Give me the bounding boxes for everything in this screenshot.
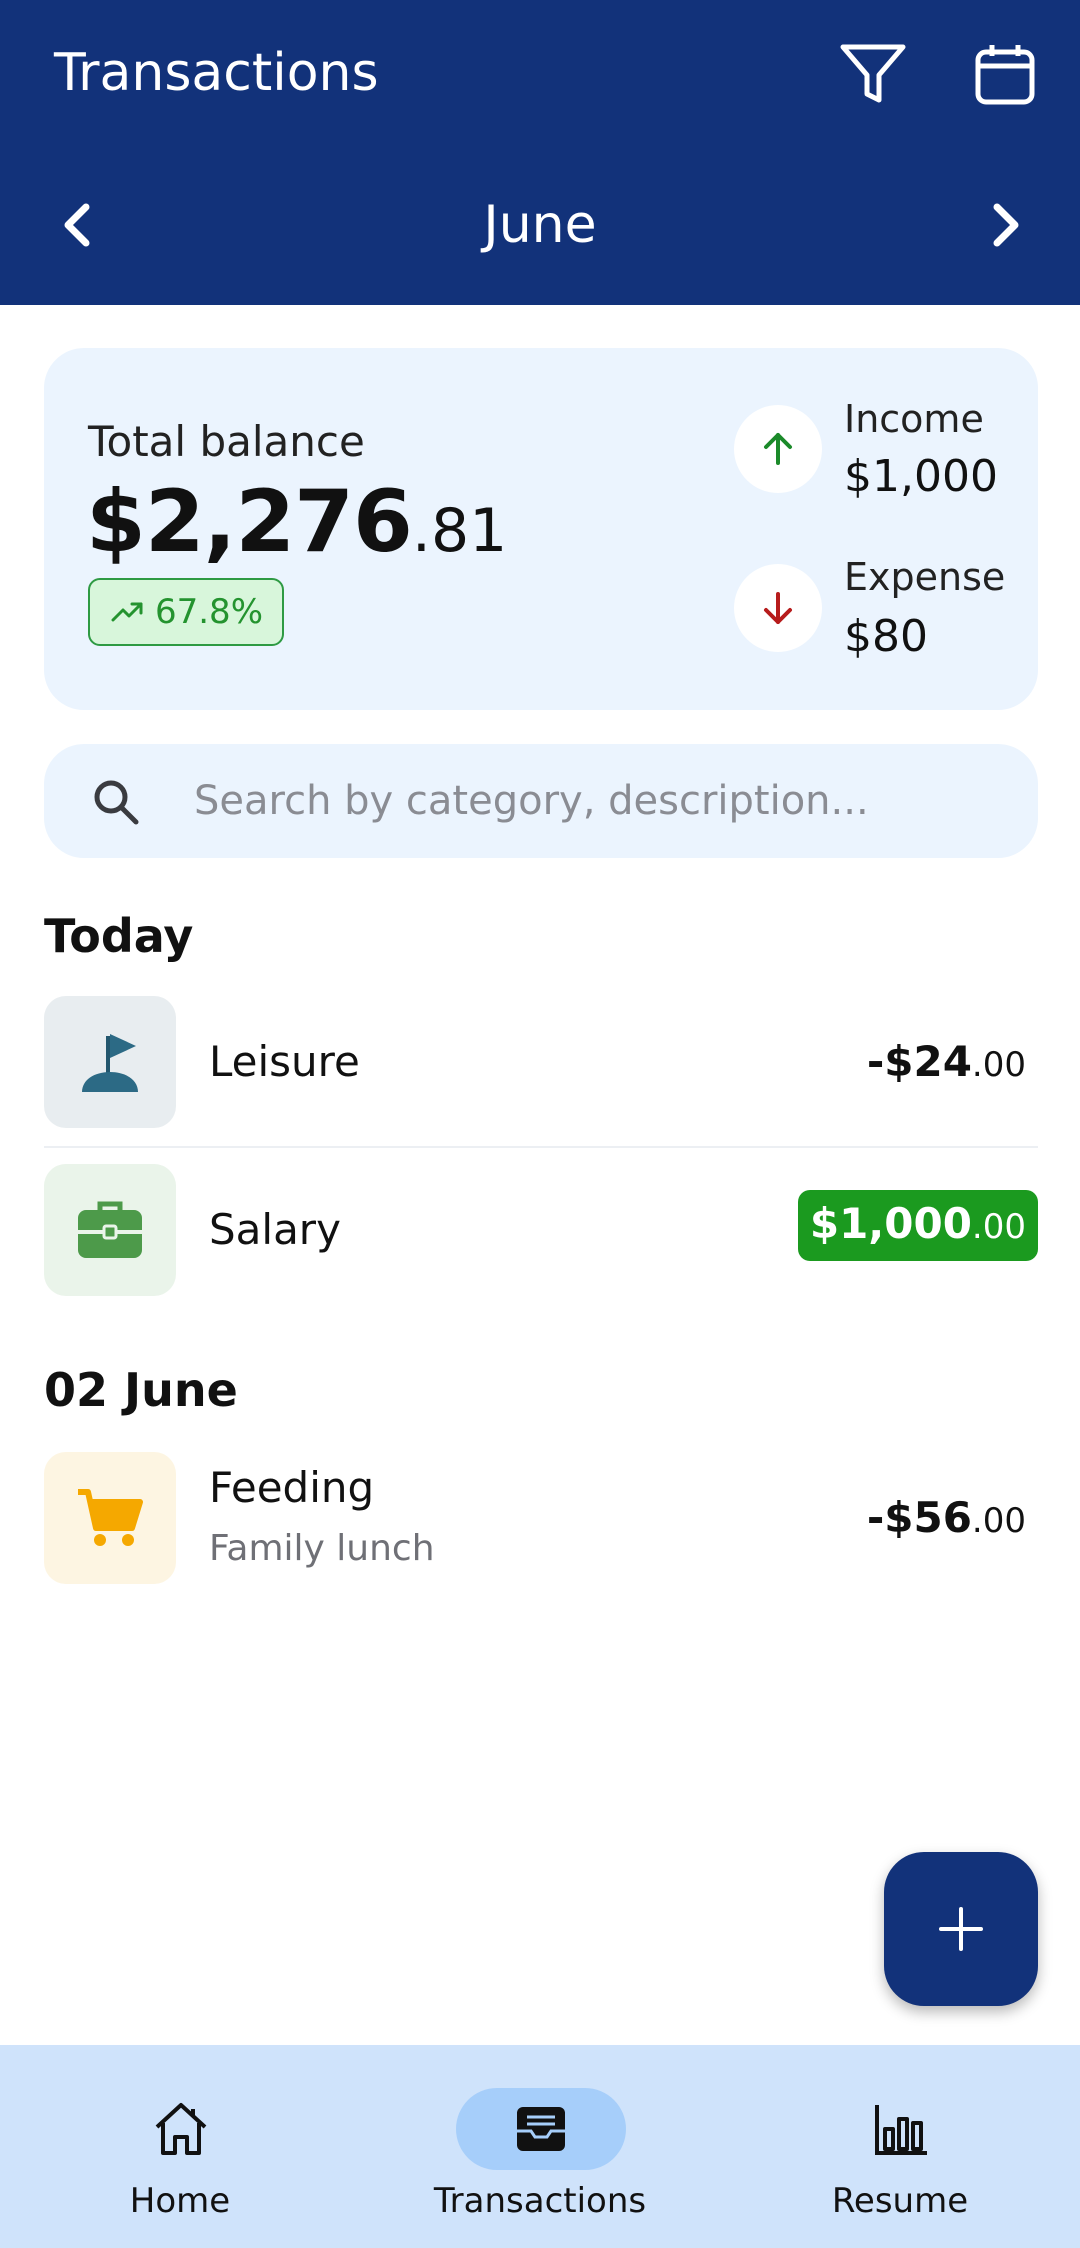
transaction-item[interactable]: Leisure -$24.00 xyxy=(44,996,1038,1132)
transaction-amount: -$56.00 xyxy=(866,1493,1026,1542)
expense-label: Expense xyxy=(844,555,1006,599)
nav-label-home: Home xyxy=(129,2181,231,2221)
briefcase-icon xyxy=(44,1164,176,1296)
balance-change-value: 67.8% xyxy=(154,592,263,632)
search-bar[interactable] xyxy=(44,744,1038,858)
bottom-navigation: Home Transactions Resume xyxy=(0,2045,1080,2248)
divider xyxy=(44,1146,1038,1148)
expense-value: $80 xyxy=(844,611,928,662)
month-label: June xyxy=(483,195,597,255)
nav-item-transactions[interactable]: Transactions xyxy=(360,2045,720,2248)
bar-chart-icon xyxy=(816,2088,986,2170)
nav-item-resume[interactable]: Resume xyxy=(720,2045,1080,2248)
transaction-name: Salary xyxy=(209,1205,341,1254)
income-indicator xyxy=(734,405,822,493)
balance-decimal: .81 xyxy=(411,496,508,566)
cart-icon xyxy=(44,1452,176,1584)
nav-label-resume: Resume xyxy=(831,2181,969,2221)
arrow-down-icon xyxy=(764,592,792,624)
chevron-right-icon[interactable] xyxy=(975,190,1035,260)
arrow-up-icon xyxy=(764,433,792,465)
transaction-item[interactable]: Salary $1,000.00 xyxy=(44,1164,1038,1300)
balance-change-badge: 67.8% xyxy=(88,578,284,646)
nav-item-home[interactable]: Home xyxy=(0,2045,360,2248)
transaction-amount-income: $1,000.00 xyxy=(797,1190,1038,1261)
transaction-name: Feeding xyxy=(209,1463,375,1512)
page-title: Transactions xyxy=(54,43,379,103)
transaction-name: Leisure xyxy=(209,1037,360,1086)
income-value: $1,000 xyxy=(844,451,998,502)
inbox-icon xyxy=(456,2088,626,2170)
flag-icon xyxy=(44,996,176,1128)
filter-icon[interactable] xyxy=(838,42,908,108)
balance-integer: $2,276 xyxy=(86,472,413,572)
transaction-description: Family lunch xyxy=(209,1528,435,1569)
total-balance-amount: $2,276.81 xyxy=(86,472,507,581)
app-header: Transactions June xyxy=(0,0,1080,305)
balance-card: Total balance $2,276.81 67.8% Income $1,… xyxy=(44,348,1038,710)
section-title-02-june: 02 June xyxy=(44,1363,238,1417)
transaction-amount: -$24.00 xyxy=(866,1037,1026,1086)
nav-label-transactions: Transactions xyxy=(433,2181,647,2221)
calendar-icon[interactable] xyxy=(970,42,1040,108)
income-label: Income xyxy=(844,397,984,441)
add-transaction-button[interactable] xyxy=(884,1852,1038,2006)
total-balance-label: Total balance xyxy=(88,417,365,466)
transaction-item[interactable]: Feeding Family lunch -$56.00 xyxy=(44,1452,1038,1588)
search-icon xyxy=(90,776,142,828)
search-input[interactable] xyxy=(194,768,994,834)
plus-icon xyxy=(939,1907,983,1951)
trending-up-icon xyxy=(111,602,143,622)
expense-indicator xyxy=(734,564,822,652)
section-title-today: Today xyxy=(44,909,194,963)
home-icon xyxy=(96,2088,266,2170)
